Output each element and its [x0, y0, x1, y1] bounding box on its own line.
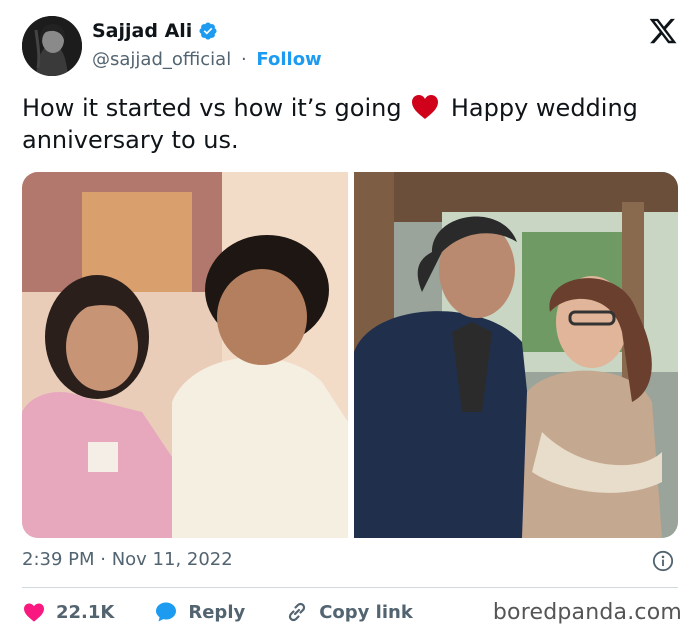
tweet-media[interactable] — [22, 172, 678, 538]
author-name[interactable]: Sajjad Ali — [92, 18, 218, 44]
author-handle[interactable]: @sajjad_official — [92, 49, 231, 70]
reply-label: Reply — [188, 601, 246, 623]
tweet-text-start: How it started vs how it’s going — [22, 94, 402, 122]
copy-link-label: Copy link — [319, 601, 413, 623]
heart-icon — [24, 603, 44, 622]
author-name-text: Sajjad Ali — [92, 20, 193, 42]
handle-row: @sajjad_official · Follow — [92, 47, 322, 73]
x-logo-icon[interactable] — [648, 16, 678, 46]
link-icon — [289, 602, 306, 622]
childhood-photo — [22, 172, 348, 538]
verified-badge-icon — [199, 22, 217, 40]
divider — [22, 587, 678, 588]
avatar[interactable] — [22, 16, 82, 76]
copy-link-button[interactable]: Copy link — [285, 600, 413, 624]
watermark: boredpanda.com — [492, 600, 682, 625]
tweet-timestamp[interactable]: 2:39 PM · Nov 11, 2022 — [22, 546, 233, 574]
follow-button[interactable]: Follow — [256, 49, 321, 70]
reply-bubble-icon — [156, 602, 177, 622]
like-count: 22.1K — [56, 601, 115, 623]
avatar-image — [22, 16, 82, 76]
media-images — [22, 172, 678, 538]
like-button[interactable]: 22.1K — [22, 600, 114, 624]
info-icon[interactable] — [652, 550, 674, 572]
red-heart-icon — [412, 95, 439, 119]
tweet-text: How it started vs how it’s going Happy w… — [22, 92, 682, 156]
reply-button[interactable]: Reply — [154, 600, 245, 624]
action-bar: 22.1K Reply Copy link — [22, 597, 453, 627]
handle-separator: · — [240, 49, 247, 70]
couple-photo — [354, 172, 678, 538]
